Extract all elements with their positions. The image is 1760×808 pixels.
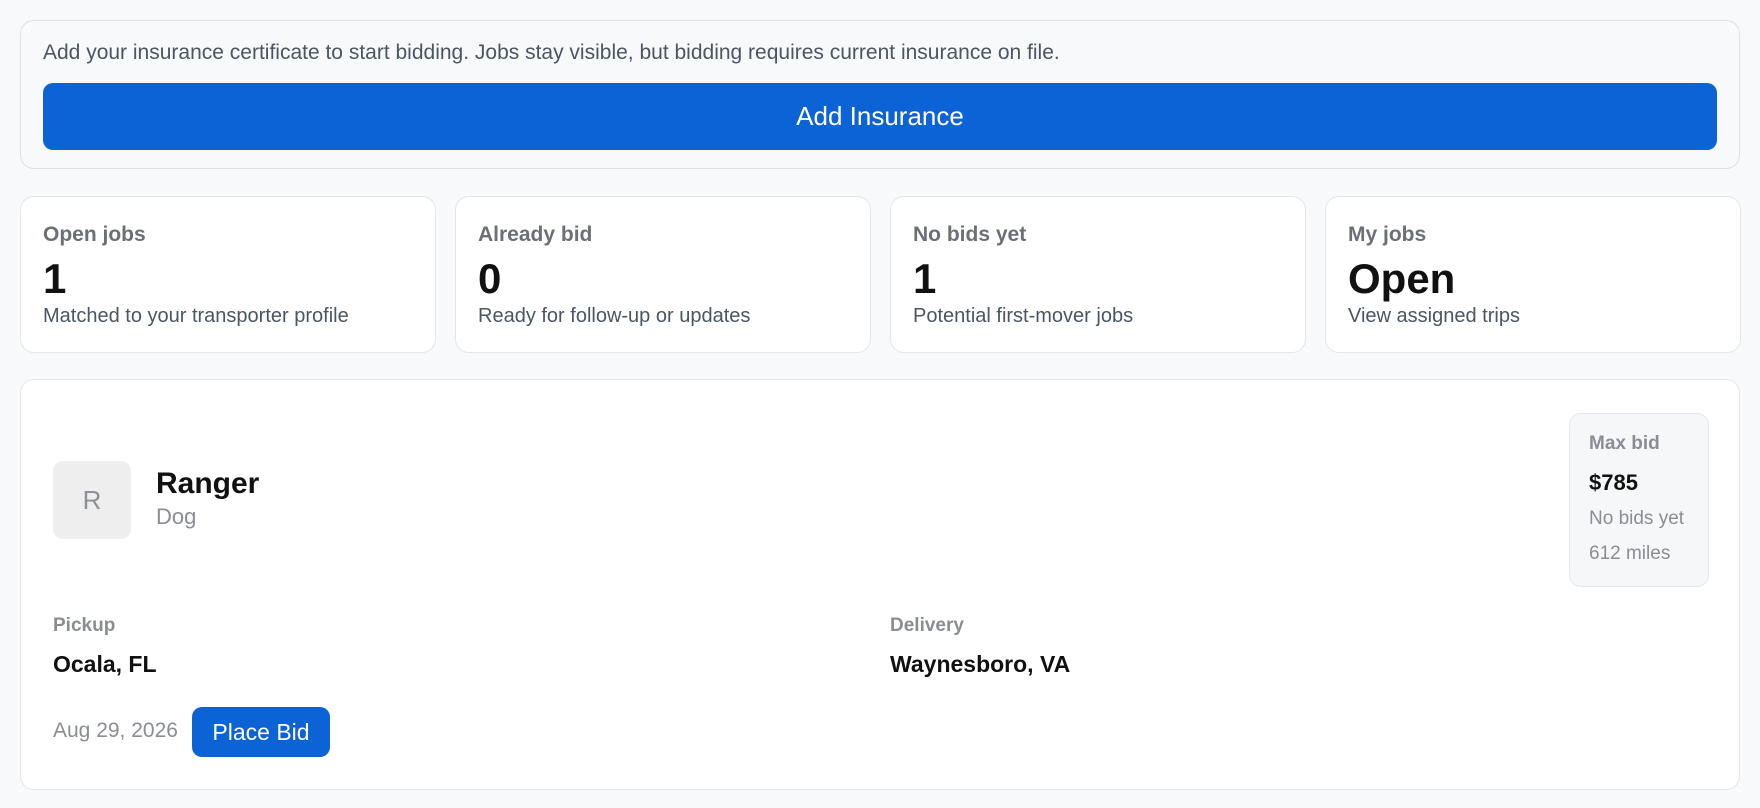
avatar: R bbox=[53, 461, 131, 539]
stat-label: Open jobs bbox=[43, 223, 146, 246]
insurance-banner: Add your insurance certificate to start … bbox=[20, 20, 1740, 169]
pickup-location: Ocala, FL bbox=[53, 651, 157, 677]
bid-status: No bids yet bbox=[1589, 508, 1685, 529]
stat-description: Ready for follow-up or updates bbox=[478, 305, 751, 327]
job-date: Aug 29, 2026 bbox=[53, 719, 178, 742]
stat-description: Potential first-mover jobs bbox=[913, 305, 1134, 327]
stat-value: Open bbox=[1348, 255, 1456, 302]
stat-value: 1 bbox=[913, 255, 937, 302]
insurance-message: Add your insurance certificate to start … bbox=[43, 41, 1060, 64]
pet-name: Ranger bbox=[156, 467, 260, 500]
stat-card-no-bids-yet[interactable]: No bids yet 1 Potential first-mover jobs bbox=[890, 196, 1306, 353]
job-card: R Ranger Dog Max bid $785 No bids yet 61… bbox=[20, 379, 1740, 790]
stat-value: 0 bbox=[478, 255, 502, 302]
max-bid-value: $785 bbox=[1589, 470, 1638, 495]
trip-distance: 612 miles bbox=[1589, 543, 1671, 564]
pet-type: Dog bbox=[156, 504, 197, 529]
stat-label: My jobs bbox=[1348, 223, 1427, 246]
pickup-label: Pickup bbox=[53, 615, 116, 636]
stat-card-open-jobs[interactable]: Open jobs 1 Matched to your transporter … bbox=[20, 196, 436, 353]
max-bid-panel: Max bid $785 No bids yet 612 miles bbox=[1569, 413, 1709, 587]
stat-label: No bids yet bbox=[913, 223, 1027, 246]
delivery-label: Delivery bbox=[890, 615, 964, 636]
delivery-location: Waynesboro, VA bbox=[890, 651, 1071, 677]
stat-card-my-jobs[interactable]: My jobs Open View assigned trips bbox=[1325, 196, 1741, 353]
stat-card-already-bid[interactable]: Already bid 0 Ready for follow-up or upd… bbox=[455, 196, 871, 353]
stat-description: View assigned trips bbox=[1348, 305, 1520, 327]
add-insurance-button[interactable]: Add Insurance bbox=[43, 83, 1717, 150]
stat-label: Already bid bbox=[478, 223, 593, 246]
stat-description: Matched to your transporter profile bbox=[43, 305, 349, 327]
stat-value: 1 bbox=[43, 255, 67, 302]
page: Add your insurance certificate to start … bbox=[0, 0, 1760, 808]
place-bid-button[interactable]: Place Bid bbox=[192, 707, 330, 757]
max-bid-label: Max bid bbox=[1589, 433, 1660, 454]
